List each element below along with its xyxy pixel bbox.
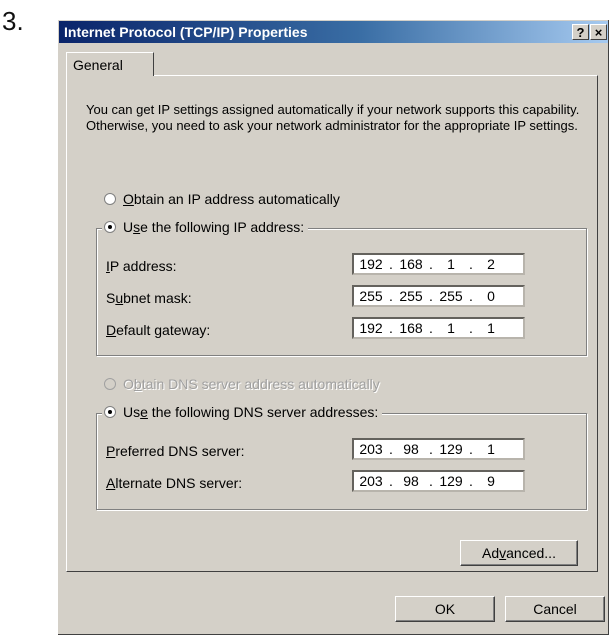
use-following-dns-label: Use the following DNS server addresses: bbox=[123, 404, 379, 420]
radio-checked-icon bbox=[104, 221, 116, 233]
dns-server-group bbox=[96, 413, 587, 510]
help-button[interactable]: ? bbox=[572, 24, 589, 40]
radio-unchecked-icon bbox=[104, 193, 116, 205]
close-button[interactable]: × bbox=[590, 24, 607, 40]
advanced-button[interactable]: Advanced... bbox=[460, 540, 578, 566]
cancel-button[interactable]: Cancel bbox=[505, 596, 605, 622]
tcpip-properties-dialog: Internet Protocol (TCP/IP) Properties ? … bbox=[57, 19, 609, 635]
alternate-dns-field[interactable]: 203. 98. 129. 9 bbox=[352, 470, 525, 492]
title-bar[interactable]: Internet Protocol (TCP/IP) Properties ? … bbox=[59, 21, 608, 43]
subnet-mask-field[interactable]: 255. 255. 255. 0 bbox=[352, 285, 525, 307]
use-following-ip-radio[interactable]: Use the following IP address: bbox=[102, 219, 309, 235]
preferred-dns-label: Preferred DNS server: bbox=[106, 443, 245, 459]
preferred-dns-field[interactable]: 203. 98. 129. 1 bbox=[352, 438, 525, 460]
radio-checked-icon bbox=[104, 406, 116, 418]
default-gateway-label: Default gateway: bbox=[106, 322, 211, 338]
ip-address-label: IP address: bbox=[106, 258, 177, 274]
step-number: 3. bbox=[2, 6, 24, 36]
use-following-dns-radio[interactable]: Use the following DNS server addresses: bbox=[102, 404, 383, 420]
obtain-ip-auto-radio[interactable]: Obtain an IP address automatically bbox=[102, 191, 344, 207]
subnet-mask-label: Subnet mask: bbox=[106, 290, 192, 306]
ip-address-field[interactable]: 192. 168. 1. 2 bbox=[352, 253, 525, 275]
ok-button[interactable]: OK bbox=[395, 596, 495, 622]
obtain-dns-auto-radio[interactable]: Obtain DNS server address automatically bbox=[102, 376, 384, 392]
obtain-dns-auto-label: Obtain DNS server address automatically bbox=[123, 376, 380, 392]
alternate-dns-label: Alternate DNS server: bbox=[106, 475, 243, 491]
tab-general[interactable]: General bbox=[66, 52, 154, 76]
intro-text: You can get IP settings assigned automat… bbox=[86, 102, 580, 133]
obtain-ip-auto-label: Obtain an IP address automatically bbox=[123, 191, 340, 207]
default-gateway-field[interactable]: 192. 168. 1. 1 bbox=[352, 317, 525, 339]
window-title: Internet Protocol (TCP/IP) Properties bbox=[64, 24, 308, 40]
radio-disabled-icon bbox=[104, 378, 116, 390]
use-following-ip-label: Use the following IP address: bbox=[123, 219, 305, 235]
